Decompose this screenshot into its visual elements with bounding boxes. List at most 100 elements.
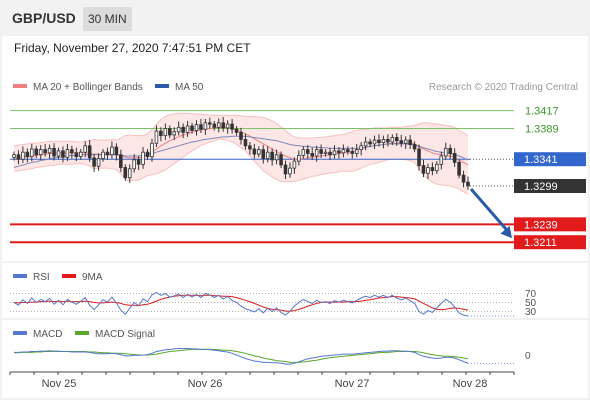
candle-body	[403, 139, 408, 144]
candle-body	[136, 159, 141, 165]
candle-body	[181, 126, 185, 133]
candle-body	[395, 137, 399, 142]
candle-body	[368, 141, 372, 145]
chart-widget: GBP/USD 30 MIN Friday, November 27, 2020…	[0, 0, 590, 400]
candle-body	[408, 139, 412, 145]
candle-body	[372, 139, 377, 145]
rsi-tick-label: 30	[525, 307, 537, 318]
candle-body	[261, 149, 266, 159]
current-price-label: 1.3299	[524, 181, 558, 193]
legend-ma50-swatch	[155, 84, 169, 88]
candle-body	[417, 148, 421, 166]
resistance-level-label: 1.3417	[525, 106, 559, 118]
candle-body	[412, 144, 417, 150]
macd-zero-label: 0	[525, 351, 531, 362]
candle-body	[448, 147, 452, 154]
candle-body	[399, 140, 404, 144]
candle-body	[310, 153, 314, 157]
candle-body	[159, 130, 163, 136]
candle-body	[61, 150, 65, 158]
legend-macd-swatch	[13, 331, 27, 335]
candle-body	[47, 147, 52, 154]
candle-body	[127, 168, 132, 179]
candle-body	[150, 142, 154, 158]
candle-body	[328, 151, 332, 156]
legend-bollinger-label: MA 20 + Bollinger Bands	[33, 82, 143, 93]
legend-rsi-ma-label: 9MA	[82, 272, 103, 283]
candle-body	[74, 152, 79, 158]
candle-body	[466, 181, 470, 187]
candle-body	[457, 161, 461, 176]
candle-body	[176, 126, 181, 133]
legend-ma50-label: MA 50	[175, 82, 204, 93]
candle-body	[332, 150, 337, 156]
candle-body	[221, 122, 225, 129]
candle-body	[203, 122, 208, 130]
candle-body	[292, 160, 297, 169]
candle-body	[354, 149, 359, 154]
candle-body	[265, 151, 270, 159]
candle-body	[30, 148, 34, 158]
candle-body	[12, 154, 16, 158]
candle-body	[154, 130, 159, 144]
candle-body	[123, 167, 128, 179]
support-level-label: 1.3211	[524, 237, 557, 249]
x-tick-label: Nov 27	[335, 378, 370, 390]
candle-body	[297, 154, 301, 162]
candle-body	[92, 157, 96, 167]
x-tick-label: Nov 25	[42, 378, 77, 390]
candle-body	[461, 174, 466, 183]
candle-body	[16, 154, 21, 160]
support-level-label: 1.3239	[524, 219, 558, 231]
rsi-pane: 705030	[10, 289, 537, 318]
candle-body	[319, 149, 323, 154]
candle-body	[199, 124, 203, 130]
macd-line	[14, 348, 469, 365]
rsi-ma-line	[13, 294, 469, 312]
candle-body	[34, 148, 39, 156]
candle-body	[96, 158, 101, 167]
candle-body	[452, 153, 457, 163]
candle-body	[421, 165, 426, 174]
candle-body	[225, 123, 230, 129]
candle-body	[301, 149, 306, 156]
candle-body	[377, 139, 381, 144]
candle-body	[234, 128, 239, 133]
candle-body	[145, 151, 150, 158]
candle-body	[78, 151, 83, 158]
candle-body	[257, 149, 261, 155]
candle-body	[119, 154, 123, 168]
candle-body	[337, 150, 341, 154]
candle-body	[101, 151, 105, 159]
candle-body	[283, 164, 288, 175]
candle-body	[248, 145, 252, 150]
candle-body	[56, 150, 61, 157]
candle-body	[346, 149, 350, 152]
candle-body	[43, 149, 47, 154]
chart-svg: MA 20 + Bollinger Bands MA 50 Research ©…	[2, 82, 588, 390]
legend-rsi-label: RSI	[33, 272, 50, 283]
candle-body	[443, 147, 448, 157]
candle-body	[172, 131, 177, 136]
legend-bollinger-swatch	[13, 84, 27, 88]
x-tick-label: Nov 26	[188, 378, 223, 390]
macd-pane: 0	[14, 348, 531, 365]
candle-body	[105, 151, 110, 156]
candle-body	[168, 128, 172, 136]
candle-body	[341, 149, 346, 154]
candle-body	[208, 122, 212, 125]
legend-rsi-ma-swatch	[62, 274, 76, 278]
candle-body	[230, 123, 234, 130]
candle-body	[274, 154, 279, 161]
candle-body	[52, 147, 56, 157]
candle-body	[439, 155, 444, 165]
resistance-level-label: 1.3389	[525, 124, 559, 136]
candle-body	[386, 139, 390, 143]
candle-body	[390, 137, 395, 143]
candle-body	[426, 167, 430, 174]
candle-body	[132, 159, 136, 170]
candle-body	[163, 128, 168, 136]
rsi-line	[13, 292, 469, 317]
candle-body	[252, 148, 257, 155]
price-pane: 1.3417 1.3389 1.3341 1.3299 1.3239 1.3211	[10, 106, 586, 250]
